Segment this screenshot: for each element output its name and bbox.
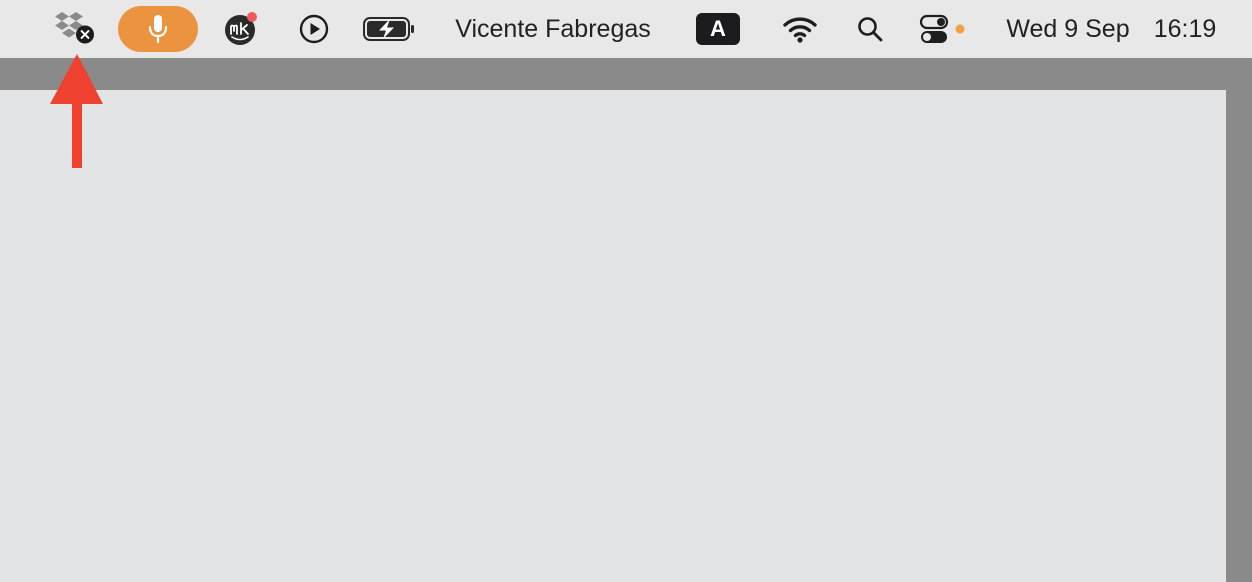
menubar-date: Wed 9 Sep: [1006, 14, 1130, 43]
date-menu-item[interactable]: Wed 9 Sep: [1000, 0, 1136, 58]
spotlight-search-menu-item[interactable]: [852, 0, 888, 58]
close-badge-icon: [76, 25, 94, 44]
wifi-menu-item[interactable]: [780, 0, 820, 58]
dropbox-menu-item[interactable]: [50, 0, 100, 58]
mk-app-menu-item[interactable]: [220, 0, 262, 58]
menu-bar: Vicente Fabregas A Wed 9 Sep 16:19: [0, 0, 1252, 58]
play-menu-item[interactable]: [296, 0, 332, 58]
up-arrow-icon: [50, 54, 103, 168]
menubar-time: 16:19: [1153, 14, 1217, 43]
wifi-icon: [783, 17, 817, 43]
control-center-menu-item[interactable]: [916, 0, 972, 58]
battery-charging-icon: [363, 17, 414, 41]
play-circle-icon: [299, 14, 329, 44]
mk-app-icon: [225, 12, 257, 45]
microphone-indicator[interactable]: [118, 0, 198, 58]
toggle-switches-icon: [919, 14, 965, 43]
microphone-icon: [148, 15, 168, 44]
battery-menu-item[interactable]: [362, 0, 418, 58]
input-source-badge: A: [696, 13, 740, 45]
microphone-pill: [118, 6, 198, 52]
privacy-indicator-dot: [955, 24, 965, 34]
notification-dot: [247, 12, 257, 22]
clock-menu-item[interactable]: 16:19: [1146, 0, 1224, 58]
app-window: [0, 90, 1226, 582]
search-icon: [858, 17, 883, 42]
desktop-background: [0, 58, 1252, 90]
user-name: Vicente Fabregas: [455, 14, 651, 43]
input-source-menu-item[interactable]: A: [694, 0, 742, 58]
dropbox-icon: [55, 12, 94, 44]
user-name-menu-item[interactable]: Vicente Fabregas: [446, 0, 660, 58]
